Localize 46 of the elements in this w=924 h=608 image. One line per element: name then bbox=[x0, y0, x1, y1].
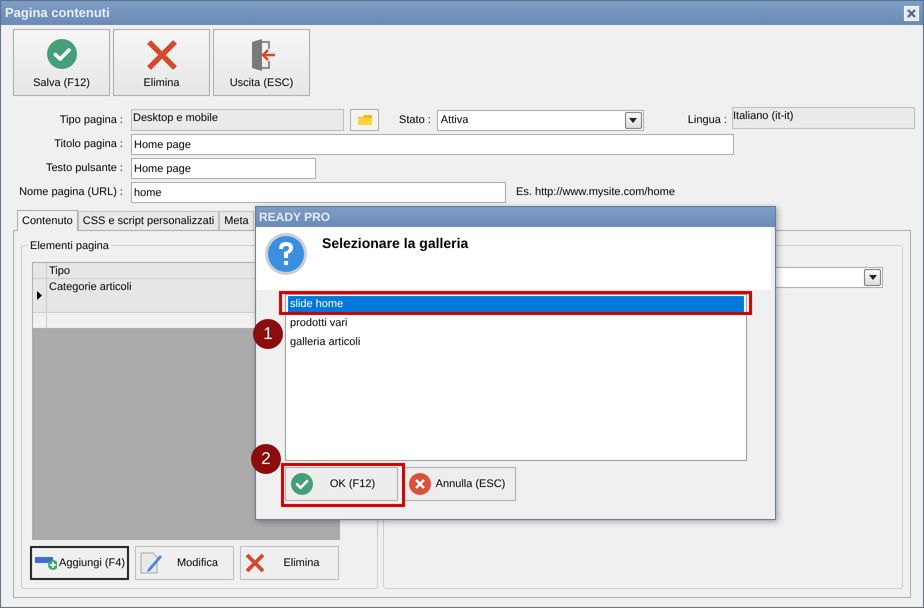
table-cell-text: Categorie articoli bbox=[48, 280, 132, 295]
cancel-icon bbox=[409, 473, 431, 495]
edit-icon bbox=[139, 551, 163, 575]
toolbar-button[interactable]: Uscita (ESC) bbox=[213, 29, 310, 96]
list-item[interactable]: prodotti vari bbox=[288, 315, 744, 331]
field-label: Testo pulsante : bbox=[44, 161, 124, 176]
folder-icon bbox=[358, 115, 372, 125]
close-icon bbox=[907, 8, 916, 18]
input-field[interactable]: home bbox=[131, 182, 506, 203]
input-field[interactable]: Home page bbox=[131, 134, 734, 155]
question-icon bbox=[264, 232, 308, 276]
caret-icon bbox=[629, 118, 638, 122]
close-button[interactable] bbox=[904, 6, 919, 20]
tab[interactable]: Contenuto bbox=[17, 210, 78, 231]
close-icon bbox=[146, 39, 178, 71]
column-header: Tipo bbox=[48, 264, 70, 278]
input-field[interactable]: Home page bbox=[131, 158, 316, 179]
grid-button[interactable]: Modifica bbox=[135, 546, 234, 580]
check-icon bbox=[291, 473, 313, 495]
dialog-button[interactable]: OK (F12) bbox=[285, 467, 398, 501]
toolbar-button[interactable]: Elimina bbox=[113, 29, 210, 96]
example-hint: Es. http://www.mysite.com/home bbox=[516, 185, 675, 200]
tab[interactable]: CSS e script personalizzati bbox=[78, 211, 220, 230]
caret-icon bbox=[868, 275, 876, 280]
dialog-title: READY PRO bbox=[256, 207, 775, 227]
field-label: Titolo pagina : bbox=[53, 137, 124, 152]
window-title: Pagina contenuti bbox=[5, 4, 110, 22]
field-label: Stato : bbox=[399, 112, 432, 128]
field-label: Lingua : bbox=[688, 112, 728, 128]
readonly-field: Desktop e mobile bbox=[131, 109, 344, 131]
dialog-message: Selezionare la galleria bbox=[322, 234, 468, 253]
list-item[interactable]: galleria articoli bbox=[288, 334, 744, 350]
readonly-field: Italiano (it-it) bbox=[732, 107, 915, 129]
add-icon bbox=[35, 555, 57, 571]
status-dropdown[interactable]: Attiva bbox=[436, 110, 644, 130]
check-icon bbox=[46, 39, 76, 69]
grid-button[interactable]: Elimina bbox=[240, 546, 339, 580]
close-icon bbox=[244, 552, 266, 574]
tab[interactable]: Meta bbox=[219, 211, 254, 230]
grid-button[interactable]: Aggiungi (F4) bbox=[30, 546, 129, 580]
field-label: Nome pagina (URL) : bbox=[18, 185, 124, 200]
group-title: Elementi pagina bbox=[28, 238, 111, 254]
toolbar-button[interactable]: Salva (F12) bbox=[13, 29, 110, 96]
field-label: Tipo pagina : bbox=[58, 112, 124, 128]
dialog-button[interactable]: Annulla (ESC) bbox=[403, 467, 516, 501]
list-item[interactable]: slide home bbox=[288, 296, 744, 312]
